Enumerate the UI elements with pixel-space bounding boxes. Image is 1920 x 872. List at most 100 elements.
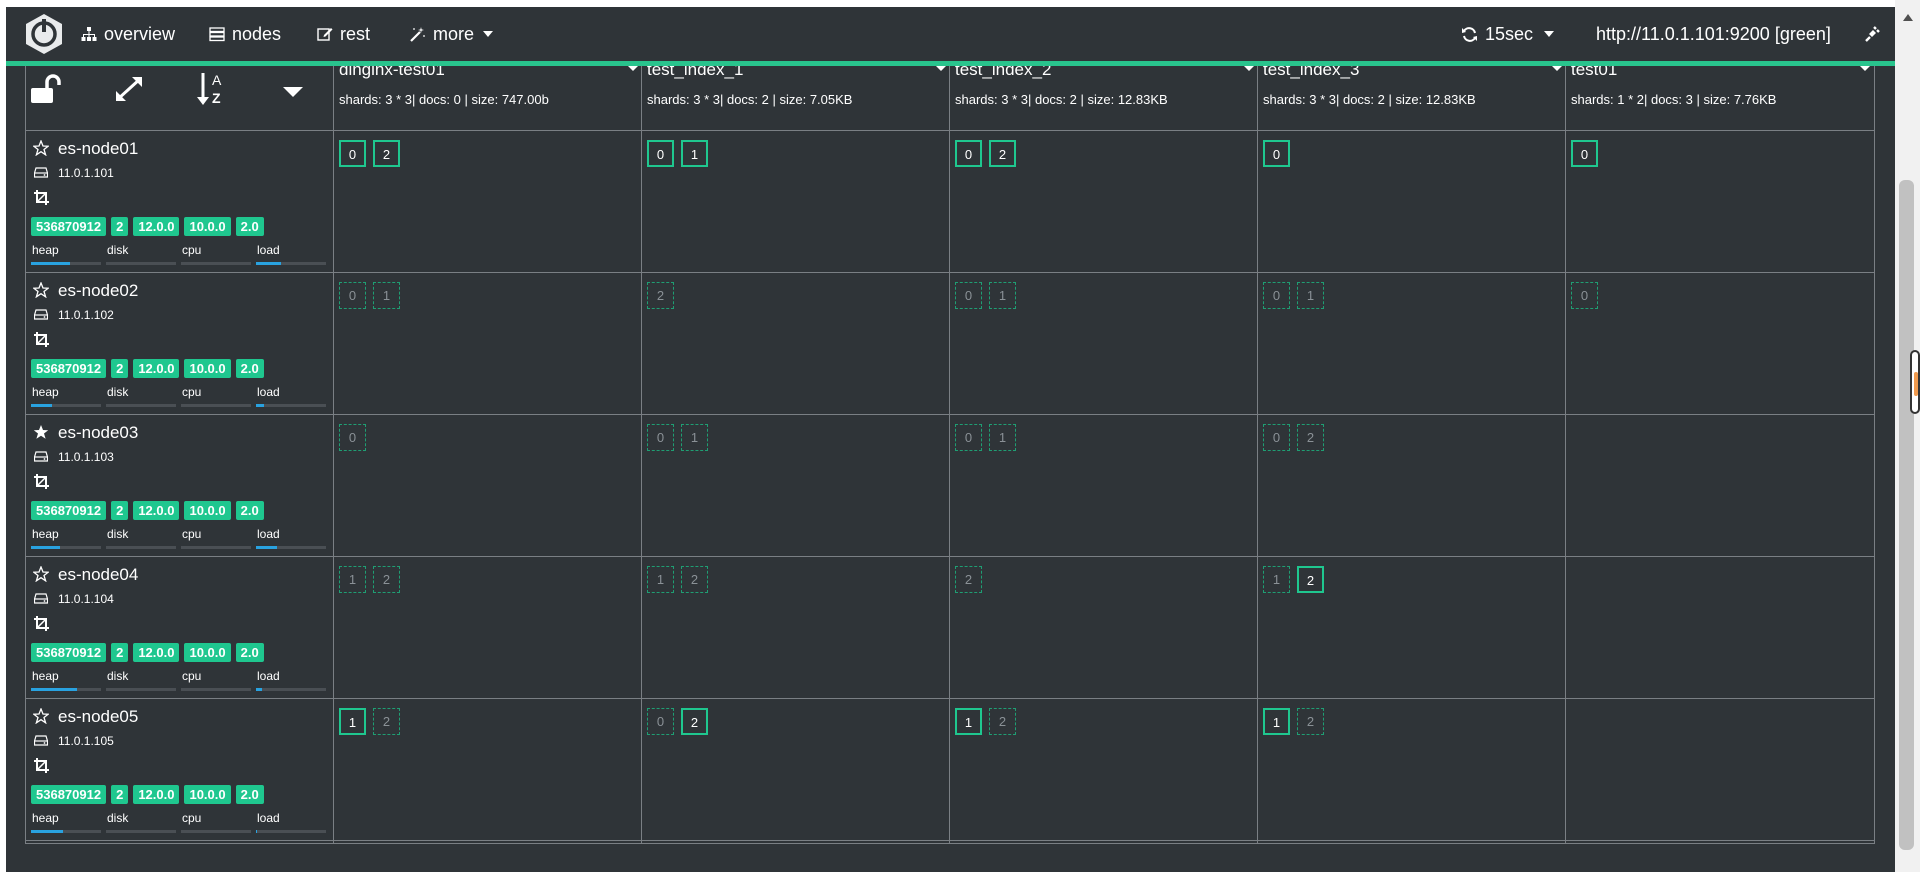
- primary-shard[interactable]: 1: [955, 708, 982, 735]
- replica-shard[interactable]: 2: [1297, 708, 1324, 735]
- index-name[interactable]: test_index_3: [1263, 66, 1359, 80]
- replica-shard[interactable]: 0: [1263, 282, 1290, 309]
- nav-nodes[interactable]: nodes: [209, 7, 281, 61]
- cerebro-logo-icon[interactable]: [23, 13, 65, 55]
- replica-shard[interactable]: 0: [955, 282, 982, 309]
- replica-shard[interactable]: 1: [1263, 566, 1290, 593]
- index-menu-caret-icon[interactable]: [936, 66, 946, 71]
- index-menu-caret-icon[interactable]: [628, 66, 638, 71]
- node-badge: 2.0: [235, 359, 264, 378]
- primary-shard[interactable]: 2: [989, 140, 1016, 167]
- index-menu-caret-icon[interactable]: [1860, 66, 1870, 71]
- primary-shard[interactable]: 1: [1263, 708, 1290, 735]
- primary-shard[interactable]: 0: [1263, 140, 1290, 167]
- replica-shard[interactable]: 2: [373, 708, 400, 735]
- replica-shard[interactable]: 0: [647, 424, 674, 451]
- nav-more[interactable]: more: [409, 7, 494, 61]
- node-metrics: heap disk cpu load: [31, 669, 336, 693]
- star-icon[interactable]: [33, 566, 49, 582]
- replica-shard[interactable]: 1: [681, 424, 708, 451]
- replica-shard[interactable]: 1: [1297, 282, 1324, 309]
- primary-shard[interactable]: 1: [681, 140, 708, 167]
- master-star-filled-icon[interactable]: [33, 424, 49, 440]
- node-info-cell: es-node05 11.0.1.105 536870912 2 12.0.0 10.0.…: [26, 699, 334, 840]
- node-ip: 11.0.1.104: [58, 592, 114, 606]
- metric-cpu: cpu: [181, 385, 251, 409]
- metric-track: [106, 262, 176, 265]
- metric-load: load: [256, 669, 326, 693]
- star-icon[interactable]: [33, 140, 49, 156]
- metric-track: [256, 830, 326, 833]
- replica-shard[interactable]: 1: [373, 282, 400, 309]
- nav-overview[interactable]: overview: [81, 7, 175, 61]
- metric-label: heap: [32, 811, 59, 825]
- cluster-url-label: http://11.0.1.101:9200 [green]: [1596, 23, 1831, 44]
- primary-shard[interactable]: 2: [1297, 566, 1324, 593]
- replica-shard[interactable]: 2: [373, 566, 400, 593]
- replica-shard[interactable]: 1: [339, 566, 366, 593]
- index-header-row: A Z dinginx-test01 shards: 3 * 3| docs: 0…: [26, 66, 1874, 131]
- node-name[interactable]: es-node05: [58, 707, 138, 727]
- star-icon[interactable]: [33, 708, 49, 724]
- metric-heap: heap: [31, 385, 101, 409]
- unlock-icon[interactable]: [29, 74, 63, 104]
- index-name[interactable]: test01: [1571, 66, 1617, 80]
- node-name[interactable]: es-node03: [58, 423, 138, 443]
- node-name[interactable]: es-node02: [58, 281, 138, 301]
- metric-track: [181, 262, 251, 265]
- replica-shard[interactable]: 0: [955, 424, 982, 451]
- replica-shard[interactable]: 2: [955, 566, 982, 593]
- replica-shard[interactable]: 2: [647, 282, 674, 309]
- scroll-up-arrow-icon[interactable]: [1903, 14, 1913, 21]
- node-badge: 12.0.0: [133, 359, 180, 378]
- primary-shard[interactable]: 0: [647, 140, 674, 167]
- replica-shard[interactable]: 0: [339, 424, 366, 451]
- nav-nodes-label: nodes: [232, 23, 282, 44]
- metric-label: disk: [107, 243, 129, 257]
- disconnect-button[interactable]: [1863, 7, 1881, 61]
- primary-shard[interactable]: 2: [681, 708, 708, 735]
- replica-shard[interactable]: 0: [1571, 282, 1598, 309]
- scrollbar-thumb[interactable]: [1899, 180, 1914, 850]
- node-ip: 11.0.1.105: [58, 734, 114, 748]
- metric-label: cpu: [182, 669, 202, 683]
- refresh-interval-dropdown[interactable]: 15sec: [1461, 7, 1555, 61]
- metric-fill: [256, 546, 277, 549]
- node-badges: 536870912 2 12.0.0 10.0.0 2.0: [31, 501, 264, 520]
- replica-shard[interactable]: 0: [339, 282, 366, 309]
- primary-shard[interactable]: 1: [339, 708, 366, 735]
- star-icon[interactable]: [33, 282, 49, 298]
- index-stats: shards: 3 * 3| docs: 2 | size: 12.83KB: [1263, 92, 1476, 107]
- index-menu-caret-icon[interactable]: [1552, 66, 1562, 71]
- node-name[interactable]: es-node01: [58, 139, 138, 159]
- hdd-icon: [34, 309, 48, 320]
- index-name[interactable]: test_index_2: [955, 66, 1051, 80]
- index-menu-caret-icon[interactable]: [1244, 66, 1254, 71]
- primary-shard[interactable]: 0: [339, 140, 366, 167]
- primary-shard[interactable]: 2: [373, 140, 400, 167]
- node-badge: 12.0.0: [133, 501, 180, 520]
- window-left-edge: [0, 0, 6, 872]
- replica-shard[interactable]: 2: [681, 566, 708, 593]
- replica-shard[interactable]: 1: [647, 566, 674, 593]
- node-name[interactable]: es-node04: [58, 565, 138, 585]
- node-badges: 536870912 2 12.0.0 10.0.0 2.0: [31, 643, 264, 662]
- vertical-scrollbar[interactable]: [1895, 0, 1920, 872]
- nav-rest[interactable]: rest: [317, 7, 370, 61]
- metric-cpu: cpu: [181, 669, 251, 693]
- caret-down-icon[interactable]: [283, 87, 303, 97]
- replica-shard[interactable]: 2: [989, 708, 1016, 735]
- primary-shard[interactable]: 0: [955, 140, 982, 167]
- replica-shard[interactable]: 2: [1297, 424, 1324, 451]
- index-name[interactable]: dinginx-test01: [339, 66, 445, 80]
- sort-alpha-icon[interactable]: A Z: [196, 71, 230, 107]
- replica-shard[interactable]: 0: [1263, 424, 1290, 451]
- expand-icon[interactable]: [113, 74, 145, 104]
- primary-shard[interactable]: 0: [1571, 140, 1598, 167]
- metric-track: [181, 688, 251, 691]
- metric-fill: [31, 830, 63, 833]
- index-name[interactable]: test_index_1: [647, 66, 743, 80]
- replica-shard[interactable]: 0: [647, 708, 674, 735]
- replica-shard[interactable]: 1: [989, 424, 1016, 451]
- replica-shard[interactable]: 1: [989, 282, 1016, 309]
